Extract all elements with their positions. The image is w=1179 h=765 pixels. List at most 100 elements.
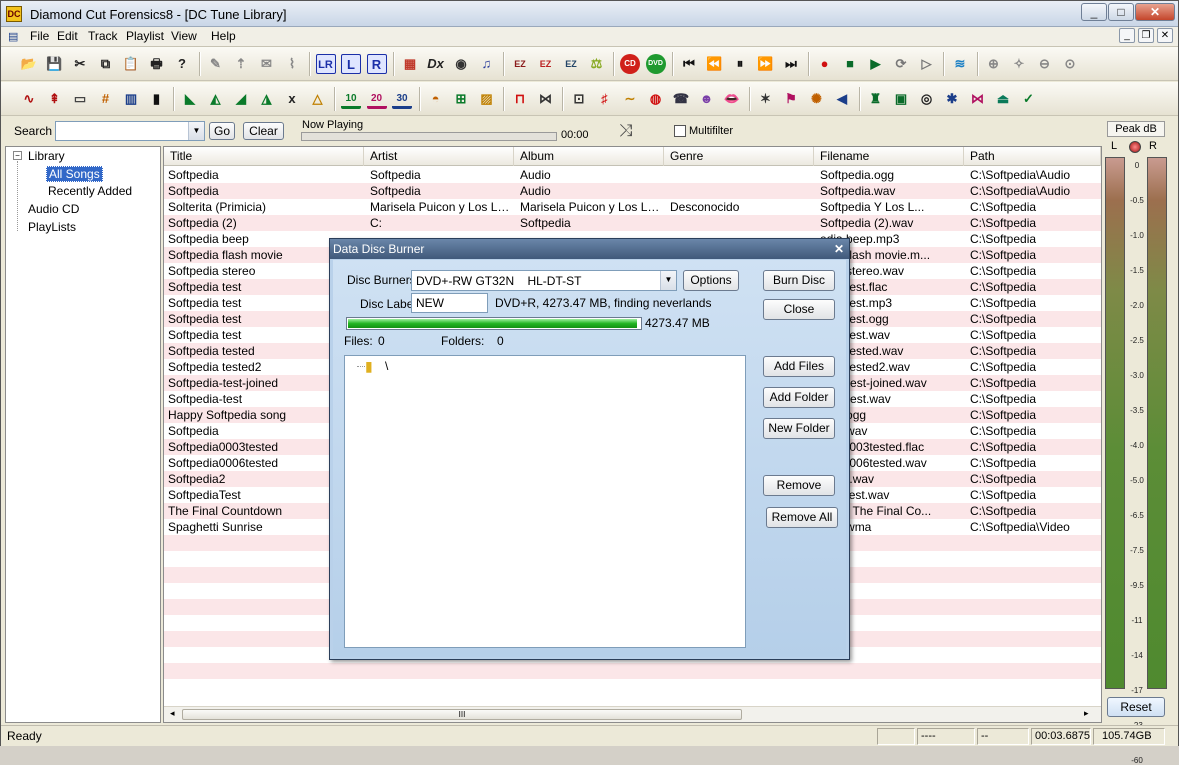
lowpass-icon[interactable]: ◣ xyxy=(180,89,200,109)
eq20-icon[interactable]: 20 xyxy=(366,89,387,109)
right-channel-icon[interactable]: R xyxy=(366,54,387,74)
stop-icon[interactable]: ■ xyxy=(840,54,860,74)
zoom-in-icon[interactable]: ⊕ xyxy=(984,54,1004,74)
balance-icon[interactable]: ⚖ xyxy=(587,54,607,74)
zoom-out-icon[interactable]: ⊖ xyxy=(1035,54,1055,74)
dx-plugin-icon[interactable]: Dx xyxy=(426,54,446,74)
table-row[interactable] xyxy=(164,663,1101,679)
skip-back-icon[interactable]: ⏮ xyxy=(679,54,699,74)
table-row[interactable]: Softpedia Softpedia Audio Softpedia.wav C:\S… xyxy=(164,183,1101,199)
go-button[interactable]: Go xyxy=(209,122,235,140)
dialog-close-icon[interactable]: ✕ xyxy=(834,239,844,259)
column-artist[interactable]: Artist xyxy=(364,147,514,166)
multiply-icon[interactable]: x xyxy=(282,89,302,109)
ez-filter-icon[interactable]: EZ xyxy=(536,54,556,74)
triangle-filter-icon[interactable]: △ xyxy=(308,89,328,109)
scroll-left-icon[interactable]: ◂ xyxy=(170,708,175,719)
check-wave-icon[interactable]: ✓ xyxy=(1019,89,1039,109)
spectrogram-icon[interactable]: ▭ xyxy=(70,89,90,109)
sweep-icon[interactable]: ⊡ xyxy=(569,89,589,109)
eq10-icon[interactable]: 10 xyxy=(341,89,361,109)
routing-icon[interactable]: ⊞ xyxy=(451,89,471,109)
marker-icon[interactable]: ⇞ xyxy=(45,89,65,109)
add-files-button[interactable]: Add Files xyxy=(763,356,835,377)
menu-edit[interactable]: Edit xyxy=(57,29,78,43)
root-folder[interactable]: \ xyxy=(385,359,388,373)
bars-icon[interactable]: ▥ xyxy=(121,89,141,109)
lr-channel-icon[interactable]: LR xyxy=(315,54,336,74)
clip-indicator-icon[interactable] xyxy=(1129,141,1141,153)
table-row[interactable] xyxy=(164,679,1101,695)
reset-button[interactable]: Reset xyxy=(1107,697,1165,717)
loop-icon[interactable]: ⟳ xyxy=(891,54,911,74)
highpass-icon[interactable]: ◢ xyxy=(231,89,251,109)
record-icon[interactable]: ● xyxy=(815,54,835,74)
add-folder-button[interactable]: Add Folder xyxy=(763,387,835,408)
dialog-close-button[interactable]: Close xyxy=(763,299,835,320)
options-button[interactable]: Options xyxy=(683,270,739,291)
left-channel-icon[interactable]: L xyxy=(341,54,361,74)
pencil-icon[interactable]: ✎ xyxy=(206,54,226,74)
noise-icon[interactable]: ◍ xyxy=(646,89,666,109)
chevron-down-icon[interactable]: ▼ xyxy=(660,271,676,290)
horizontal-scrollbar[interactable]: ◂ III ▸ xyxy=(164,706,1101,722)
copy-icon[interactable]: ⧉ xyxy=(96,54,116,74)
ez-tool-icon[interactable]: EZ xyxy=(561,54,581,74)
sparkle-icon[interactable]: ✶ xyxy=(756,89,776,109)
disc-burner-select[interactable]: DVD+-RW GT32N HL-DT-ST ▼ xyxy=(411,270,677,291)
mdi-minimize-button[interactable]: _ xyxy=(1119,28,1135,43)
column-title[interactable]: Title xyxy=(164,147,364,166)
score-icon[interactable]: ♫ xyxy=(477,54,497,74)
pause-icon[interactable]: ⏸ xyxy=(730,54,750,74)
vst-plugin-icon[interactable]: ◉ xyxy=(451,54,471,74)
disc-label-input[interactable]: NEW xyxy=(411,293,488,313)
table-row[interactable]: Softpedia (2) C: Softpedia Softpedia (2).wa… xyxy=(164,215,1101,231)
marker-up-icon[interactable]: ⇡ xyxy=(231,54,251,74)
chevron-down-icon[interactable]: ▼ xyxy=(188,122,204,140)
column-genre[interactable]: Genre xyxy=(664,147,814,166)
column-path[interactable]: Path xyxy=(964,147,1101,166)
collapse-icon[interactable]: − xyxy=(13,151,22,160)
now-playing-progress[interactable] xyxy=(301,132,557,141)
notch-icon[interactable]: ◮ xyxy=(257,89,277,109)
dvd-burn-icon[interactable]: DVD xyxy=(645,54,666,74)
play-selection-icon[interactable]: ▷ xyxy=(917,54,937,74)
multifilter-checkbox[interactable] xyxy=(674,125,686,137)
tree-playlists[interactable]: PlayLists xyxy=(28,220,76,234)
brush-icon[interactable]: ⌇ xyxy=(282,54,302,74)
save-icon[interactable]: 💾 xyxy=(45,54,65,74)
level-icon[interactable]: ▮ xyxy=(147,89,167,109)
tree-recently-added[interactable]: Recently Added xyxy=(48,184,132,198)
mdi-restore-button[interactable]: ❐ xyxy=(1138,28,1154,43)
dynamics-icon[interactable]: ◓ xyxy=(426,89,446,109)
scroll-thumb[interactable]: III xyxy=(182,709,742,720)
ez-clean-icon[interactable]: EZ xyxy=(510,54,530,74)
tree-audio-cd[interactable]: Audio CD xyxy=(28,202,79,216)
menu-file[interactable]: File xyxy=(30,29,49,43)
close-window-button[interactable]: ✕ xyxy=(1135,3,1175,21)
grid-eq-icon[interactable]: # xyxy=(96,89,116,109)
table-row[interactable]: Softpedia Softpedia Audio Softpedia.ogg C:\S… xyxy=(164,167,1101,183)
flag-icon[interactable]: ⚑ xyxy=(781,89,801,109)
tree-all-songs[interactable]: All Songs xyxy=(46,166,103,182)
search-input[interactable]: ▼ xyxy=(55,121,205,141)
pitch-icon[interactable]: ♯ xyxy=(595,89,615,109)
skip-forward-icon[interactable]: ⏭ xyxy=(781,54,801,74)
menu-view[interactable]: View xyxy=(171,29,197,43)
spectrum-icon[interactable]: ▦ xyxy=(400,54,420,74)
bowtie-icon[interactable]: ⋈ xyxy=(968,89,988,109)
phone-icon[interactable]: ☎ xyxy=(671,89,691,109)
lips-icon[interactable]: 👄 xyxy=(722,89,742,109)
bandpass-icon[interactable]: ◭ xyxy=(206,89,226,109)
zoom-fit-icon[interactable]: ⊙ xyxy=(1060,54,1080,74)
table-row[interactable]: Solterita (Primicia) Marisela Puicon y Lo… xyxy=(164,199,1101,215)
maximize-button[interactable]: □ xyxy=(1108,3,1134,21)
monitor-icon[interactable]: ▣ xyxy=(891,89,911,109)
rewind-icon[interactable]: ⏪ xyxy=(705,54,725,74)
play-icon[interactable]: ▶ xyxy=(866,54,886,74)
pulse-icon[interactable]: ⊓ xyxy=(510,89,530,109)
scroll-right-icon[interactable]: ▸ xyxy=(1084,708,1089,719)
speaker-icon[interactable]: ◀ xyxy=(832,89,852,109)
mixer-icon[interactable]: ♜ xyxy=(866,89,886,109)
tree-library[interactable]: Library xyxy=(28,149,65,163)
